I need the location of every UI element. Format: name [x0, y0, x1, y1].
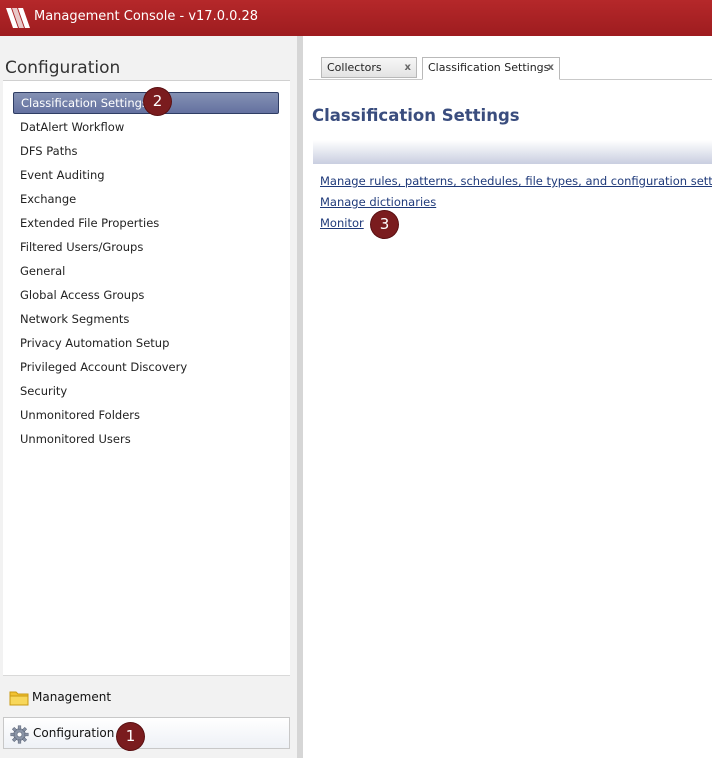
nav-item-general[interactable]: General — [13, 260, 279, 282]
nav-item-privileged-account-discovery[interactable]: Privileged Account Discovery — [13, 356, 279, 378]
tab-label: Classification Settings — [428, 61, 550, 74]
nav-item-exchange[interactable]: Exchange — [13, 188, 279, 210]
nav-item-datalert-workflow[interactable]: DatAlert Workflow — [13, 116, 279, 138]
nav-item-filtered-users-groups[interactable]: Filtered Users/Groups — [13, 236, 279, 258]
gear-icon — [10, 725, 29, 744]
bottom-nav-configuration[interactable]: Configuration — [3, 717, 290, 749]
folder-icon — [9, 691, 29, 706]
bottom-nav-label: Management — [32, 690, 112, 704]
nav-item-security[interactable]: Security — [13, 380, 279, 402]
tab-collectors[interactable]: Collectors x — [321, 57, 417, 78]
close-icon[interactable]: x — [548, 58, 554, 77]
left-pane: Configuration Classification Settings Da… — [0, 36, 297, 758]
tab-label: Collectors — [327, 61, 382, 74]
bottom-nav-label: Configuration — [33, 726, 115, 740]
manage-dictionaries-link[interactable]: Manage dictionaries — [320, 195, 436, 209]
nav-item-unmonitored-users[interactable]: Unmonitored Users — [13, 428, 279, 450]
window-title: Management Console - v17.0.0.28 — [34, 9, 259, 24]
config-nav-list: Classification Settings DatAlert Workflo… — [3, 81, 290, 676]
callout-badge-1: 1 — [117, 723, 144, 750]
manage-rules-link[interactable]: Manage rules, patterns, schedules, file … — [320, 174, 712, 188]
monitor-link[interactable]: Monitor — [320, 216, 364, 230]
page-title: Classification Settings — [312, 106, 520, 125]
app-logo-icon — [6, 8, 30, 28]
nav-item-event-auditing[interactable]: Event Auditing — [13, 164, 279, 186]
nav-item-extended-file-properties[interactable]: Extended File Properties — [13, 212, 279, 234]
nav-item-privacy-automation-setup[interactable]: Privacy Automation Setup — [13, 332, 279, 354]
section-header-band — [313, 140, 712, 164]
tab-classification-settings[interactable]: Classification Settings x — [422, 57, 560, 80]
nav-item-global-access-groups[interactable]: Global Access Groups — [13, 284, 279, 306]
nav-item-network-segments[interactable]: Network Segments — [13, 308, 279, 330]
callout-badge-2: 2 — [144, 88, 171, 115]
nav-item-dfs-paths[interactable]: DFS Paths — [13, 140, 279, 162]
divider — [3, 675, 290, 676]
nav-item-unmonitored-folders[interactable]: Unmonitored Folders — [13, 404, 279, 426]
callout-badge-3: 3 — [371, 211, 398, 238]
pane-heading: Configuration — [5, 58, 121, 78]
title-bar: Management Console - v17.0.0.28 — [0, 0, 712, 36]
content-pane: Collectors x Classification Settings x C… — [303, 36, 712, 758]
bottom-nav-management[interactable]: Management — [3, 682, 290, 714]
close-icon[interactable]: x — [405, 58, 411, 77]
